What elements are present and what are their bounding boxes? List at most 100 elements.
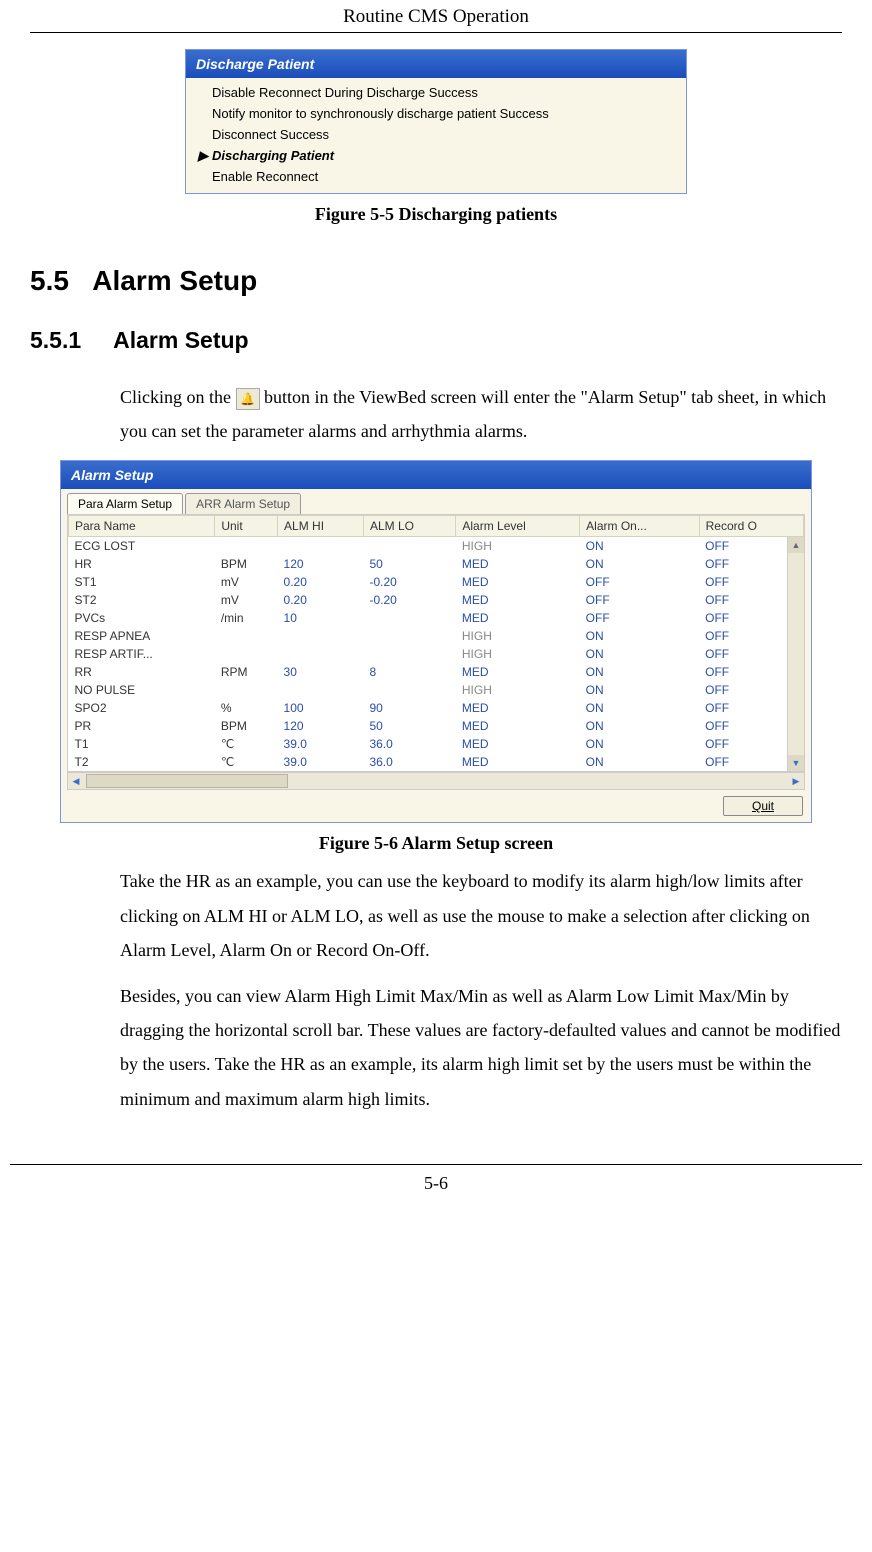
table-cell[interactable]: BPM xyxy=(215,555,278,573)
table-cell[interactable]: 36.0 xyxy=(363,753,455,771)
column-header[interactable]: Alarm Level xyxy=(456,516,580,537)
table-cell[interactable]: T2 xyxy=(69,753,215,771)
table-cell[interactable]: MED xyxy=(456,663,580,681)
table-cell[interactable]: PR xyxy=(69,717,215,735)
table-cell[interactable]: 120 xyxy=(278,717,364,735)
table-cell[interactable] xyxy=(363,681,455,699)
tab-arr-alarm-setup[interactable]: ARR Alarm Setup xyxy=(185,493,301,514)
table-cell[interactable] xyxy=(363,627,455,645)
table-cell[interactable]: ℃ xyxy=(215,753,278,771)
table-cell[interactable]: RPM xyxy=(215,663,278,681)
table-cell[interactable]: BPM xyxy=(215,717,278,735)
table-cell[interactable]: ON xyxy=(580,537,699,556)
column-header[interactable]: Para Name xyxy=(69,516,215,537)
table-cell[interactable]: MED xyxy=(456,591,580,609)
table-cell[interactable] xyxy=(215,681,278,699)
table-cell[interactable]: ON xyxy=(580,555,699,573)
scroll-up-icon[interactable]: ▲ xyxy=(788,537,804,553)
table-row[interactable]: RESP APNEAHIGHONOFF xyxy=(69,627,804,645)
table-cell[interactable]: SPO2 xyxy=(69,699,215,717)
table-cell[interactable]: -0.20 xyxy=(363,591,455,609)
table-cell[interactable]: /min xyxy=(215,609,278,627)
table-cell[interactable] xyxy=(363,609,455,627)
column-header[interactable]: Alarm On... xyxy=(580,516,699,537)
table-cell[interactable]: 90 xyxy=(363,699,455,717)
table-row[interactable]: ST1mV0.20-0.20MEDOFFOFF xyxy=(69,573,804,591)
table-cell[interactable]: 39.0 xyxy=(278,753,364,771)
table-cell[interactable]: RESP ARTIF... xyxy=(69,645,215,663)
table-row[interactable]: RESP ARTIF...HIGHONOFF xyxy=(69,645,804,663)
table-cell[interactable]: ST1 xyxy=(69,573,215,591)
quit-button[interactable]: Quit xyxy=(723,796,803,816)
alarm-table[interactable]: Para NameUnitALM HIALM LOAlarm LevelAlar… xyxy=(68,515,804,771)
table-cell[interactable]: 10 xyxy=(278,609,364,627)
table-cell[interactable]: MED xyxy=(456,573,580,591)
table-cell[interactable]: T1 xyxy=(69,735,215,753)
table-cell[interactable]: ECG LOST xyxy=(69,537,215,556)
table-cell[interactable]: OFF xyxy=(580,573,699,591)
table-cell[interactable]: ON xyxy=(580,753,699,771)
table-cell[interactable]: HIGH xyxy=(456,645,580,663)
scroll-left-icon[interactable]: ◀ xyxy=(68,776,84,787)
table-cell[interactable]: mV xyxy=(215,573,278,591)
table-row[interactable]: RRRPM308MEDONOFF xyxy=(69,663,804,681)
table-cell[interactable]: ST2 xyxy=(69,591,215,609)
table-cell[interactable]: RESP APNEA xyxy=(69,627,215,645)
table-cell[interactable]: % xyxy=(215,699,278,717)
table-cell[interactable]: 0.20 xyxy=(278,591,364,609)
column-header[interactable]: Unit xyxy=(215,516,278,537)
table-cell[interactable] xyxy=(363,537,455,556)
column-header[interactable]: ALM LO xyxy=(363,516,455,537)
table-row[interactable]: T2℃39.036.0MEDONOFF xyxy=(69,753,804,771)
table-cell[interactable] xyxy=(278,627,364,645)
table-cell[interactable]: OFF xyxy=(580,591,699,609)
table-cell[interactable]: MED xyxy=(456,555,580,573)
table-cell[interactable]: ON xyxy=(580,645,699,663)
table-row[interactable]: NO PULSEHIGHONOFF xyxy=(69,681,804,699)
scrollbar-thumb[interactable] xyxy=(86,774,288,788)
table-cell[interactable]: ON xyxy=(580,681,699,699)
vertical-scrollbar[interactable]: ▲ ▼ xyxy=(787,537,804,771)
column-header[interactable]: Record O xyxy=(699,516,803,537)
table-row[interactable]: PRBPM12050MEDONOFF xyxy=(69,717,804,735)
table-cell[interactable]: 50 xyxy=(363,717,455,735)
table-cell[interactable]: NO PULSE xyxy=(69,681,215,699)
table-row[interactable]: SPO2%10090MEDONOFF xyxy=(69,699,804,717)
table-cell[interactable]: ON xyxy=(580,663,699,681)
table-row[interactable]: ST2mV0.20-0.20MEDOFFOFF xyxy=(69,591,804,609)
table-cell[interactable]: MED xyxy=(456,609,580,627)
table-cell[interactable]: 0.20 xyxy=(278,573,364,591)
table-cell[interactable]: ON xyxy=(580,717,699,735)
table-cell[interactable] xyxy=(278,681,364,699)
table-row[interactable]: HRBPM12050MEDONOFF xyxy=(69,555,804,573)
table-cell[interactable] xyxy=(278,537,364,556)
table-cell[interactable]: MED xyxy=(456,753,580,771)
table-row[interactable]: PVCs/min10MEDOFFOFF xyxy=(69,609,804,627)
table-cell[interactable] xyxy=(215,645,278,663)
table-row[interactable]: ECG LOSTHIGHONOFF xyxy=(69,537,804,556)
table-cell[interactable]: ON xyxy=(580,627,699,645)
table-cell[interactable]: HIGH xyxy=(456,627,580,645)
table-cell[interactable]: PVCs xyxy=(69,609,215,627)
table-cell[interactable]: MED xyxy=(456,735,580,753)
table-cell[interactable]: HIGH xyxy=(456,681,580,699)
table-cell[interactable]: 100 xyxy=(278,699,364,717)
table-cell[interactable]: 39.0 xyxy=(278,735,364,753)
table-cell[interactable]: -0.20 xyxy=(363,573,455,591)
table-cell[interactable]: HR xyxy=(69,555,215,573)
table-cell[interactable]: 8 xyxy=(363,663,455,681)
table-cell[interactable]: HIGH xyxy=(456,537,580,556)
table-cell[interactable]: MED xyxy=(456,717,580,735)
table-cell[interactable] xyxy=(215,537,278,556)
table-cell[interactable]: ON xyxy=(580,735,699,753)
table-cell[interactable] xyxy=(278,645,364,663)
table-cell[interactable]: 36.0 xyxy=(363,735,455,753)
table-cell[interactable]: ℃ xyxy=(215,735,278,753)
table-cell[interactable]: OFF xyxy=(580,609,699,627)
table-cell[interactable]: 30 xyxy=(278,663,364,681)
table-cell[interactable] xyxy=(215,627,278,645)
table-cell[interactable]: 50 xyxy=(363,555,455,573)
table-cell[interactable]: RR xyxy=(69,663,215,681)
scroll-right-icon[interactable]: ▶ xyxy=(788,776,804,787)
horizontal-scrollbar[interactable]: ◀ ▶ xyxy=(67,772,805,790)
